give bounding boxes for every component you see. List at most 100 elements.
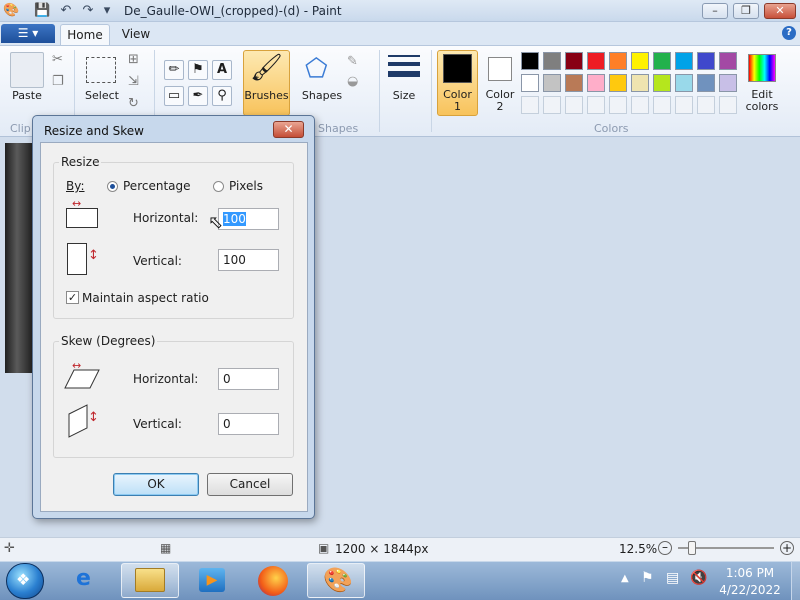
crop-icon[interactable]: ⊞ (128, 52, 139, 67)
fill-icon[interactable]: ⚑ (188, 60, 208, 80)
palette-swatch[interactable] (565, 52, 583, 70)
media-player-icon[interactable]: ▶ (199, 568, 225, 592)
canvas-image[interactable] (5, 143, 35, 373)
file-menu-button[interactable]: ☰ ▾ (1, 24, 55, 43)
brush-icon: 🖌 (250, 53, 284, 83)
paint-app-icon[interactable]: 🎨 (3, 3, 19, 19)
undo-icon[interactable]: ↶ (58, 3, 74, 19)
skew-vertical-arrow-icon: ↕ (88, 410, 99, 425)
clock-time[interactable]: 1:06 PM (715, 566, 785, 580)
help-icon[interactable]: ? (782, 26, 796, 40)
internet-explorer-icon[interactable]: e (76, 566, 91, 591)
clipboard-group-label: Clip (10, 122, 31, 135)
empty-palette-swatch[interactable] (543, 96, 561, 114)
zoom-in-button[interactable]: + (780, 541, 794, 555)
empty-palette-swatch[interactable] (587, 96, 605, 114)
dialog-close-button[interactable]: ✕ (273, 121, 304, 138)
edit-colors-button[interactable]: Edit colors (740, 89, 784, 113)
color1-label-line2: 1 (454, 100, 461, 113)
palette-swatch[interactable] (609, 52, 627, 70)
resize-vertical-input[interactable]: 100 (218, 249, 279, 271)
palette-swatch[interactable] (631, 74, 649, 92)
resize-icon[interactable]: ⇲ (128, 74, 139, 89)
rotate-icon[interactable]: ↻ (128, 96, 139, 111)
empty-palette-swatch[interactable] (675, 96, 693, 114)
skew-horizontal-icon (64, 369, 100, 389)
palette-swatch[interactable] (653, 52, 671, 70)
empty-palette-swatch[interactable] (719, 96, 737, 114)
firefox-icon[interactable] (258, 566, 288, 596)
resize-horizontal-input[interactable]: 100 (218, 208, 279, 230)
palette-swatch[interactable] (719, 52, 737, 70)
close-button[interactable]: ✕ (764, 3, 796, 19)
skew-vertical-icon (68, 404, 88, 438)
copy-icon[interactable]: ❐ (52, 74, 64, 89)
palette-swatch[interactable] (587, 52, 605, 70)
size-button[interactable]: Size (384, 89, 424, 102)
palette-swatch[interactable] (565, 74, 583, 92)
palette-swatch[interactable] (521, 74, 539, 92)
palette-swatch[interactable] (631, 52, 649, 70)
network-icon[interactable]: ▤ (666, 570, 679, 586)
size-lines-icon[interactable] (388, 55, 420, 77)
pencil-icon[interactable]: ✏ (164, 60, 184, 80)
percentage-label[interactable]: Percentage (123, 179, 191, 193)
show-desktop-button[interactable] (791, 562, 800, 600)
palette-swatch[interactable] (675, 52, 693, 70)
palette-swatch[interactable] (653, 74, 671, 92)
palette-swatch[interactable] (543, 74, 561, 92)
pixels-label[interactable]: Pixels (229, 179, 263, 193)
zoom-slider-thumb[interactable] (687, 541, 696, 555)
empty-palette-swatch[interactable] (653, 96, 671, 114)
action-center-flag-icon[interactable]: ⚑ (641, 570, 654, 586)
clock-date[interactable]: 4/22/2022 (715, 583, 785, 597)
palette-swatch[interactable] (719, 74, 737, 92)
shapes-icon[interactable]: ⬠ (305, 54, 328, 84)
tab-home[interactable]: Home (60, 24, 110, 46)
paste-icon[interactable] (10, 52, 44, 88)
save-icon[interactable]: 💾 (34, 3, 50, 19)
select-icon[interactable] (86, 57, 116, 83)
redo-icon[interactable]: ↷ (80, 3, 96, 19)
palette-swatch[interactable] (609, 74, 627, 92)
minimize-button[interactable]: – (702, 3, 728, 19)
skew-vertical-input[interactable]: 0 (218, 413, 279, 435)
eraser-icon[interactable]: ▭ (164, 86, 184, 106)
palette-swatch[interactable] (675, 74, 693, 92)
cancel-button[interactable]: Cancel (207, 473, 293, 496)
empty-palette-swatch[interactable] (631, 96, 649, 114)
empty-palette-swatch[interactable] (697, 96, 715, 114)
shapes-button[interactable]: Shapes (299, 89, 345, 102)
percentage-radio[interactable] (107, 181, 118, 192)
palette-swatch[interactable] (697, 74, 715, 92)
maximize-button[interactable]: ❐ (733, 3, 759, 19)
select-button[interactable]: Select (82, 89, 122, 102)
empty-palette-swatch[interactable] (565, 96, 583, 114)
paste-button[interactable]: Paste (8, 89, 46, 102)
fill-style-icon[interactable]: ◒ (347, 74, 358, 89)
magnifier-icon[interactable]: ⚲ (212, 86, 232, 106)
palette-swatch[interactable] (587, 74, 605, 92)
palette-swatch[interactable] (697, 52, 715, 70)
palette-swatch[interactable] (543, 52, 561, 70)
text-icon[interactable]: A (212, 60, 232, 80)
empty-palette-swatch[interactable] (521, 96, 539, 114)
ok-button[interactable]: OK (113, 473, 199, 496)
maintain-aspect-label[interactable]: Maintain aspect ratio (82, 291, 209, 305)
color2-label[interactable]: Color 2 (480, 89, 520, 113)
empty-palette-swatch[interactable] (609, 96, 627, 114)
customize-toolbar-icon[interactable]: ▾ (99, 3, 115, 19)
tab-view[interactable]: View (116, 24, 156, 46)
palette-swatch[interactable] (521, 52, 539, 70)
edit-colors-icon[interactable] (748, 54, 776, 82)
show-hidden-icons[interactable]: ▲ (621, 573, 629, 584)
cut-icon[interactable]: ✂ (52, 52, 63, 67)
volume-muted-icon[interactable]: 🔇 (690, 570, 707, 586)
outline-icon[interactable]: ✎ (347, 54, 358, 69)
zoom-out-button[interactable]: – (658, 541, 672, 555)
pixels-radio[interactable] (213, 181, 224, 192)
skew-horizontal-input[interactable]: 0 (218, 368, 279, 390)
color2-swatch[interactable] (488, 57, 512, 81)
color-picker-icon[interactable]: ✒ (188, 86, 208, 106)
maintain-aspect-checkbox[interactable]: ✓ (66, 291, 79, 304)
